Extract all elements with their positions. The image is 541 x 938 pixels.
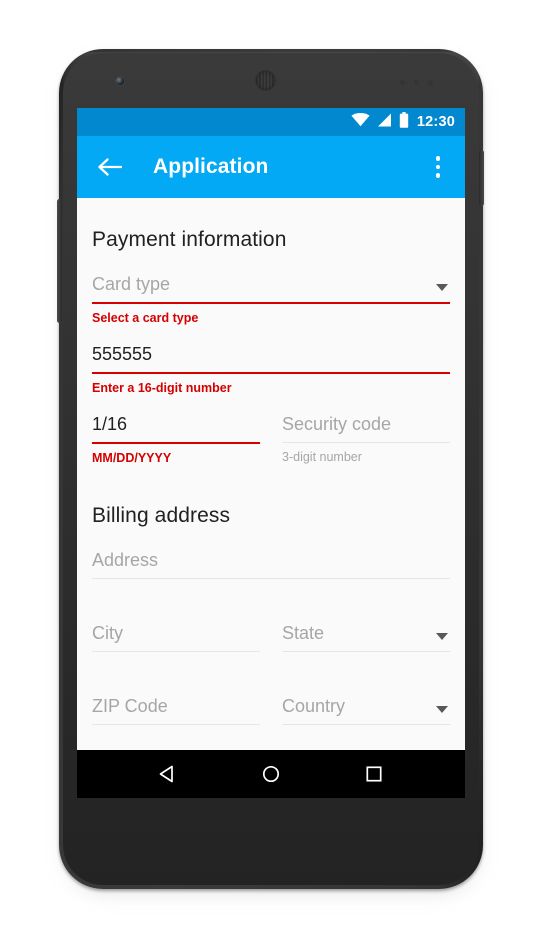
power-button[interactable] [479,150,484,206]
volume-rocker-button[interactable] [57,199,62,323]
status-bar-icons [351,111,409,133]
security-code-placeholder: Security code [282,414,392,434]
card-number-value: 555555 [92,344,153,364]
state-field[interactable]: State [282,605,450,652]
zip-code-underline [92,724,260,725]
address-underline [92,578,450,579]
city-placeholder: City [92,623,123,643]
wifi-icon [351,112,370,132]
chevron-down-icon[interactable] [436,706,448,713]
card-type-placeholder: Card type [92,274,171,294]
page-title: Application [153,155,269,178]
card-number-error-text: Enter a 16-digit number [92,381,232,395]
screenshot-stage: 12:30 Application Payment information Ca… [0,0,541,938]
status-bar-clock: 12:30 [416,113,455,130]
form-content: Payment information Card type Select a c… [77,198,465,798]
payment-section-heading: Payment information [92,228,287,251]
cellular-signal-icon [377,113,392,132]
battery-icon [399,111,409,133]
country-placeholder: Country [282,696,346,716]
country-underline [282,724,450,725]
state-placeholder: State [282,623,325,643]
card-number-field[interactable]: 555555 Enter a 16-digit number [92,326,450,396]
expiration-error-text: MM/DD/YYYY [92,451,172,465]
chevron-down-icon[interactable] [436,284,448,291]
expiration-date-value: 1/16 [92,414,128,434]
security-code-field[interactable]: Security code 3-digit number [282,396,450,466]
home-circle-icon[interactable] [256,759,286,789]
chevron-down-icon[interactable] [436,633,448,640]
status-bar: 12:30 [77,108,465,136]
zip-country-row: ZIP Code Country [92,678,450,725]
phone-screen: 12:30 Application Payment information Ca… [77,108,465,798]
security-code-helper-text: 3-digit number [282,450,362,464]
expiry-security-row: 1/16 MM/DD/YYYY Security code 3-digit nu… [92,396,450,466]
card-type-error-text: Select a card type [92,311,199,325]
country-field[interactable]: Country [282,678,450,725]
zip-code-placeholder: ZIP Code [92,696,168,716]
address-placeholder: Address [92,550,159,570]
city-field[interactable]: City [92,605,260,652]
recents-square-icon[interactable] [359,759,389,789]
speaker-grille-icon [256,71,275,90]
app-bar: Application [77,136,465,198]
expiration-date-field[interactable]: 1/16 MM/DD/YYYY [92,396,260,466]
billing-section-heading: Billing address [92,504,231,527]
back-arrow-icon[interactable] [95,153,123,181]
back-triangle-icon[interactable] [153,759,183,789]
android-nav-bar [77,750,465,798]
overflow-menu-icon[interactable] [425,152,451,182]
proximity-sensor-icon [400,80,436,86]
city-state-row: City State [92,605,450,652]
city-underline [92,651,260,652]
address-field[interactable]: Address [92,532,450,579]
front-camera-icon [116,77,124,85]
card-type-field[interactable]: Card type Select a card type [92,256,450,326]
zip-code-field[interactable]: ZIP Code [92,678,260,725]
state-underline [282,651,450,652]
